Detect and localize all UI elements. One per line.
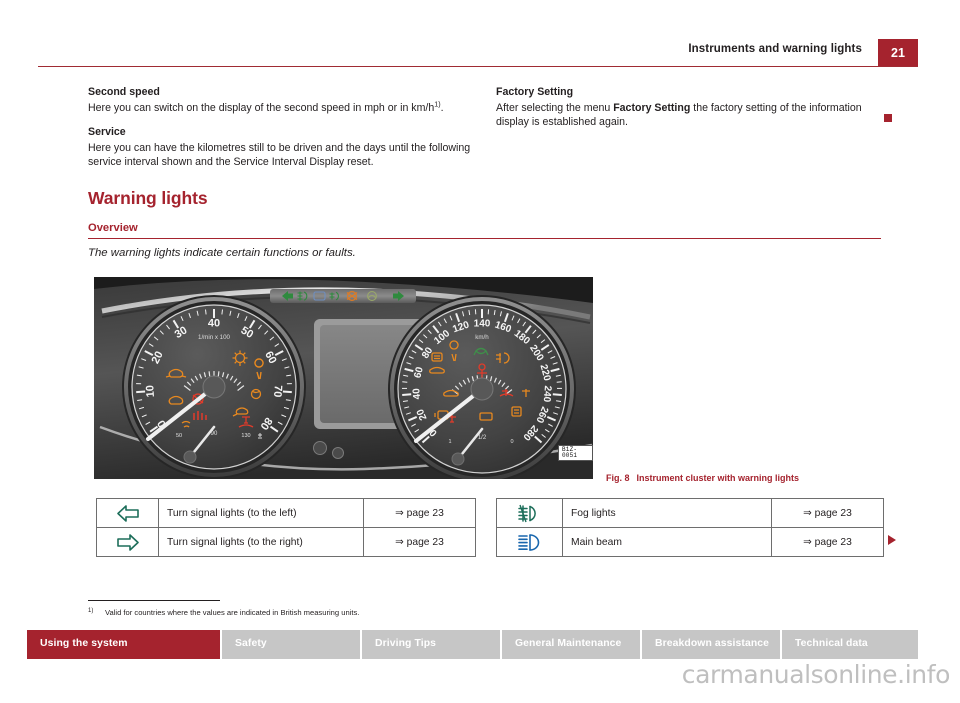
page-header: Instruments and warning lights 21 bbox=[0, 0, 960, 70]
svg-text:km/h: km/h bbox=[475, 334, 489, 341]
fog-lights-page-ref[interactable]: ⇒ page 23 bbox=[771, 498, 884, 528]
instrument-cluster-illustration: 01020304050607080 1/min x 100 90 50 130 bbox=[94, 277, 593, 479]
footer-navigation: Using the system Safety Driving Tips Genera… bbox=[27, 630, 918, 659]
footer-nav-item-5[interactable]: Technical data bbox=[782, 630, 918, 659]
turn-signal-left-icon-cell bbox=[96, 498, 159, 528]
second-speed-body-before: Here you can switch on the display of th… bbox=[88, 101, 435, 114]
svg-text:1/2: 1/2 bbox=[478, 435, 487, 441]
footer-nav-label: Breakdown assistance bbox=[655, 638, 770, 650]
svg-text:1/min x 100: 1/min x 100 bbox=[198, 334, 231, 341]
footnote-divider bbox=[88, 600, 220, 602]
section-end-marker bbox=[884, 114, 892, 122]
svg-text:40: 40 bbox=[208, 318, 220, 330]
svg-text:50: 50 bbox=[176, 433, 182, 439]
turn-signal-left-icon bbox=[97, 500, 158, 527]
svg-text:40: 40 bbox=[411, 387, 423, 399]
footer-nav-label: Driving Tips bbox=[375, 638, 437, 650]
svg-text:130: 130 bbox=[241, 433, 250, 439]
overview-lead-text: The warning lights indicate certain func… bbox=[88, 247, 356, 259]
svg-text:90: 90 bbox=[211, 431, 218, 437]
tachometer-gauge: 01020304050607080 1/min x 100 90 50 130 bbox=[122, 295, 306, 479]
second-speed-body-after: . bbox=[440, 101, 444, 114]
figure-caption: Fig. 8 Instrument cluster with warning li… bbox=[606, 474, 799, 483]
footnote-text: Valid for countries where the values are… bbox=[105, 608, 360, 617]
footnote: 1) Valid for countries where the values a… bbox=[88, 608, 359, 618]
paragraph-second-speed: Here you can switch on the display of th… bbox=[88, 100, 473, 115]
speedometer-gauge: 020406080100120 140 160180200220240260280 … bbox=[388, 295, 576, 479]
table-row[interactable]: Turn signal lights (to the right) ⇒ page… bbox=[96, 527, 476, 557]
footer-nav-item-1[interactable]: Safety bbox=[222, 630, 362, 659]
factory-setting-body-part1: After selecting the menu bbox=[496, 101, 614, 114]
main-beam-icon-cell bbox=[496, 527, 563, 557]
table-row[interactable]: Turn signal lights (to the left) ⇒ page … bbox=[96, 498, 476, 528]
heading-second-speed: Second speed bbox=[88, 86, 160, 98]
svg-text:0: 0 bbox=[510, 439, 513, 445]
svg-text:240: 240 bbox=[541, 385, 553, 403]
turn-signal-right-description: Turn signal lights (to the right) bbox=[158, 527, 364, 557]
footer-nav-label: Technical data bbox=[795, 638, 868, 650]
heading-factory-setting: Factory Setting bbox=[496, 86, 574, 98]
figure-caption-number: Fig. 8 bbox=[606, 473, 630, 483]
header-divider bbox=[38, 66, 918, 67]
section-heading-warning-lights: Warning lights bbox=[88, 188, 208, 208]
svg-text:1: 1 bbox=[448, 439, 451, 445]
footer-nav-item-0[interactable]: Using the system bbox=[27, 630, 222, 659]
footer-nav-label: Safety bbox=[235, 638, 267, 650]
warning-lights-table-left: Turn signal lights (to the left) ⇒ page … bbox=[96, 498, 476, 557]
footnote-mark: 1) bbox=[88, 608, 105, 618]
page-title: Instruments and warning lights bbox=[688, 43, 862, 55]
paragraph-service: Here you can have the kilometres still t… bbox=[88, 142, 471, 169]
footer-nav-item-3[interactable]: General Maintenance bbox=[502, 630, 642, 659]
fog-lights-description: Fog lights bbox=[562, 498, 772, 528]
subsection-heading-overview: Overview bbox=[88, 222, 138, 234]
turn-signal-left-description: Turn signal lights (to the left) bbox=[158, 498, 364, 528]
turn-signal-right-icon bbox=[97, 529, 158, 556]
instrument-cluster-figure: 0 10 20 30 40 50 60 70 80 1/min x 100 90 50 130 bbox=[94, 277, 593, 479]
turn-signal-right-icon-cell bbox=[96, 527, 159, 557]
table-row[interactable]: Fog lights ⇒ page 23 bbox=[496, 498, 884, 528]
main-beam-icon bbox=[497, 529, 562, 556]
footer-nav-item-4[interactable]: Breakdown assistance bbox=[642, 630, 782, 659]
svg-text:70: 70 bbox=[271, 385, 284, 398]
right-text-column: Factory Setting After selecting the menu… bbox=[496, 86, 881, 129]
footer-nav-label: Using the system bbox=[40, 638, 128, 650]
footnote-mark-text: 1) bbox=[88, 608, 94, 614]
svg-text:140: 140 bbox=[474, 319, 491, 330]
site-watermark: carmanualsonline.info bbox=[681, 660, 951, 689]
left-text-column: Second speed Here you can switch on the … bbox=[88, 86, 473, 169]
turn-signal-right-page-ref[interactable]: ⇒ page 23 bbox=[363, 527, 476, 557]
fog-lights-icon bbox=[497, 500, 562, 527]
main-beam-page-ref[interactable]: ⇒ page 23 bbox=[771, 527, 884, 557]
main-beam-description: Main beam bbox=[562, 527, 772, 557]
turn-signal-left-page-ref[interactable]: ⇒ page 23 bbox=[363, 498, 476, 528]
warning-lights-table-right: Fog lights ⇒ page 23 Main beam ⇒ page 23 bbox=[496, 498, 884, 557]
fog-lights-icon-cell bbox=[496, 498, 563, 528]
table-row[interactable]: Main beam ⇒ page 23 bbox=[496, 527, 884, 557]
footer-nav-label: General Maintenance bbox=[515, 638, 622, 650]
page-number-badge: 21 bbox=[878, 39, 918, 67]
figure-caption-text: Instrument cluster with warning lights bbox=[636, 473, 800, 483]
heading-service: Service bbox=[88, 126, 126, 139]
factory-setting-menu-name: Factory Setting bbox=[613, 101, 691, 114]
overview-divider bbox=[88, 238, 881, 239]
paragraph-factory-setting: After selecting the menu Factory Setting… bbox=[496, 101, 881, 129]
footer-nav-item-2[interactable]: Driving Tips bbox=[362, 630, 502, 659]
continue-marker-icon bbox=[888, 535, 896, 545]
svg-text:10: 10 bbox=[144, 385, 157, 398]
figure-code-label: B1Z-0051 bbox=[558, 445, 593, 461]
